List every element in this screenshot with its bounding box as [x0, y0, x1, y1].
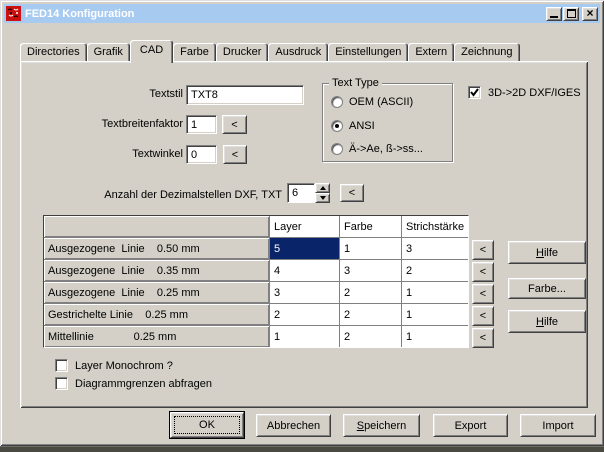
table-cell-strich[interactable]: 1	[402, 326, 468, 347]
table-cell-layer[interactable]: 2	[270, 304, 339, 325]
line-settings-table: Layer Farbe Strichstärke Ausgezogene Lin…	[43, 215, 469, 348]
text-type-group: Text Type OEM (ASCII) ANSI Ä->Ae, ß->ss.…	[322, 83, 453, 162]
minimize-button[interactable]	[546, 7, 562, 21]
row-picker-button-3[interactable]: <	[472, 284, 494, 304]
arrow-up-icon	[320, 186, 326, 190]
tab-drucker[interactable]: Drucker	[216, 43, 269, 61]
radio-icon	[331, 120, 343, 132]
checkbox-3d-2d-dxf-iges[interactable]: 3D->2D DXF/IGES	[468, 86, 581, 99]
column-header-strichstaerke: Strichstärke	[402, 216, 468, 237]
textstil-input[interactable]: TXT8	[186, 85, 304, 105]
window-title: FED14 Konfiguration	[25, 8, 545, 20]
textbreitenfaktor-input[interactable]: 1	[186, 115, 217, 134]
row-header: Ausgezogene Linie 0.25 mm	[44, 282, 269, 303]
table-corner-cell	[44, 216, 269, 237]
row-picker-button-1[interactable]: <	[472, 240, 494, 260]
minimize-icon	[550, 16, 558, 18]
table-cell-strich[interactable]: 1	[402, 304, 468, 325]
spin-down-button[interactable]	[315, 193, 330, 203]
title-bar[interactable]: FED14 Konfiguration ×	[4, 4, 600, 23]
checkbox-icon	[55, 359, 68, 372]
row-header: Gestrichelte Linie 0.25 mm	[44, 304, 269, 325]
tab-directories[interactable]: Directories	[20, 43, 87, 61]
table-cell-layer[interactable]: 3	[270, 282, 339, 303]
checkbox-icon	[468, 86, 481, 99]
checkbox-icon	[55, 377, 68, 390]
close-button[interactable]: ×	[582, 7, 598, 21]
table-cell-farbe[interactable]: 2	[340, 326, 401, 347]
tab-farbe[interactable]: Farbe	[173, 43, 216, 61]
farbe-button[interactable]: Farbe...	[508, 278, 586, 299]
table-cell-farbe[interactable]: 2	[340, 304, 401, 325]
cad-tab-page: Textstil TXT8 Textbreitenfaktor 1 < Text…	[20, 61, 588, 408]
row-header: Ausgezogene Linie 0.50 mm	[44, 238, 269, 259]
hilfe-button-bottom[interactable]: Hilfe	[508, 310, 586, 333]
checkbox-diagrammgrenzen[interactable]: Diagrammgrenzen abfragen	[55, 377, 212, 390]
tab-extern[interactable]: Extern	[408, 43, 454, 61]
table-cell-strich[interactable]: 2	[402, 260, 468, 281]
import-button[interactable]: Import	[520, 414, 596, 437]
row-header: Mittellinie 0.25 mm	[44, 326, 269, 347]
close-icon: ×	[586, 8, 593, 18]
column-header-farbe: Farbe	[340, 216, 401, 237]
radio-icon	[331, 143, 343, 155]
speichern-button[interactable]: Speichern	[343, 414, 420, 437]
radio-oem-ascii[interactable]: OEM (ASCII)	[331, 96, 413, 108]
row-picker-button-2[interactable]: <	[472, 262, 494, 282]
row-picker-button-5[interactable]: <	[472, 328, 494, 348]
textwinkel-picker-button[interactable]: <	[223, 145, 247, 164]
row-picker-button-4[interactable]: <	[472, 306, 494, 326]
table-cell-layer[interactable]: 1	[270, 326, 339, 347]
tab-ausdruck[interactable]: Ausdruck	[268, 43, 328, 61]
text-type-group-title: Text Type	[329, 77, 382, 89]
table-cell-strich[interactable]: 3	[402, 238, 468, 259]
export-button[interactable]: Export	[433, 414, 508, 437]
table-cell-layer[interactable]: 5	[270, 238, 339, 259]
decimals-label: Anzahl der Dezimalstellen DXF, TXT	[20, 189, 282, 201]
app-icon	[6, 6, 21, 21]
maximize-icon	[567, 9, 576, 18]
ok-button[interactable]: OK	[169, 411, 245, 439]
hilfe-button-top[interactable]: Hilfe	[508, 241, 586, 264]
tab-strip: Directories Grafik CAD Farbe Drucker Aus…	[20, 40, 520, 61]
decimals-picker-button[interactable]: <	[340, 184, 364, 202]
dialog-window: FED14 Konfiguration × Directories Grafik…	[0, 0, 604, 446]
textstil-label: Textstil	[20, 88, 183, 100]
arrow-down-icon	[320, 196, 326, 200]
spin-arrows	[315, 183, 330, 203]
maximize-button[interactable]	[563, 7, 579, 21]
textwinkel-input[interactable]: 0	[186, 145, 217, 164]
decimals-spinner[interactable]: 6	[287, 183, 330, 203]
screen: FED14 Konfiguration × Directories Grafik…	[0, 0, 604, 452]
radio-ansi[interactable]: ANSI	[331, 120, 375, 132]
desktop-background	[0, 446, 604, 452]
tab-zeichnung[interactable]: Zeichnung	[454, 43, 519, 61]
decimals-value[interactable]: 6	[287, 183, 315, 203]
table-cell-farbe[interactable]: 3	[340, 260, 401, 281]
radio-umlaut-conversion[interactable]: Ä->Ae, ß->ss...	[331, 143, 423, 155]
table-cell-farbe[interactable]: 2	[340, 282, 401, 303]
column-header-layer: Layer	[270, 216, 339, 237]
spin-up-button[interactable]	[315, 183, 330, 193]
textbreitenfaktor-picker-button[interactable]: <	[222, 115, 247, 134]
row-header: Ausgezogene Linie 0.35 mm	[44, 260, 269, 281]
tab-einstellungen[interactable]: Einstellungen	[328, 43, 408, 61]
tab-grafik[interactable]: Grafik	[87, 43, 130, 61]
table-cell-farbe[interactable]: 1	[340, 238, 401, 259]
checkbox-layer-monochrom[interactable]: Layer Monochrom ?	[55, 359, 173, 372]
table-cell-strich[interactable]: 1	[402, 282, 468, 303]
radio-icon	[331, 96, 343, 108]
tab-cad[interactable]: CAD	[130, 40, 173, 63]
abbrechen-button[interactable]: Abbrechen	[256, 414, 331, 437]
textbreitenfaktor-label: Textbreitenfaktor	[20, 118, 183, 130]
textwinkel-label: Textwinkel	[20, 148, 183, 160]
table-cell-layer[interactable]: 4	[270, 260, 339, 281]
